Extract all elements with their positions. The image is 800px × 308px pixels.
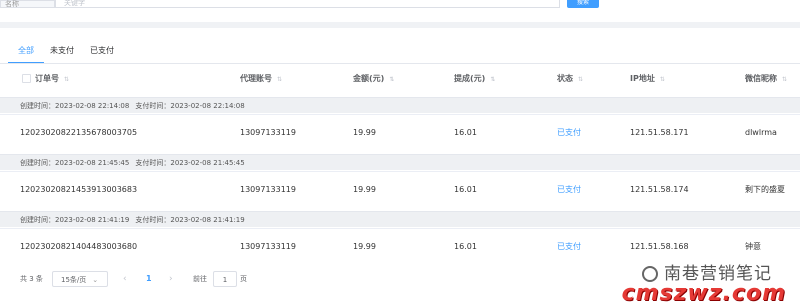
- status-cell: 已支付: [557, 242, 581, 251]
- search-bar: 名称 关键字 搜索: [0, 0, 800, 22]
- sort-icon[interactable]: ⇅: [389, 68, 394, 92]
- tab-paid[interactable]: 已支付: [90, 44, 114, 64]
- column-commission[interactable]: 提成(元) ⇅: [454, 67, 495, 91]
- status-tabs: 全部 未支付 已支付: [8, 44, 130, 64]
- column-amount[interactable]: 金额(元) ⇅: [353, 67, 394, 91]
- sort-icon[interactable]: ⇅: [782, 68, 787, 92]
- commission-cell: 16.01: [454, 185, 477, 194]
- sort-icon[interactable]: ⇅: [578, 68, 583, 92]
- tab-all[interactable]: 全部: [8, 44, 44, 64]
- search-input[interactable]: 关键字: [55, 0, 560, 8]
- order-group-header: 创建时间：2023-02-08 21:41:19 支付时间：2023-02-08 …: [0, 211, 800, 227]
- status-cell: 已支付: [557, 185, 581, 194]
- select-all-checkbox[interactable]: [22, 74, 31, 83]
- next-page-icon[interactable]: ›: [169, 271, 173, 287]
- sort-icon[interactable]: ⇅: [277, 68, 282, 92]
- page-suffix: 页: [240, 275, 247, 283]
- sort-icon[interactable]: ⇅: [490, 68, 495, 92]
- search-label: 名称: [0, 0, 55, 8]
- page-size-select[interactable]: 15条/页 ⌄: [52, 271, 108, 287]
- goto-page-input[interactable]: 1: [213, 271, 237, 287]
- goto-label: 前往: [193, 275, 207, 283]
- chevron-down-icon: ⌄: [92, 276, 99, 284]
- order-group-header: 创建时间：2023-02-08 21:45:45 支付时间：2023-02-08 …: [0, 154, 800, 170]
- table-row[interactable]: 12023020822135678003705 13097133119 19.9…: [0, 114, 800, 151]
- agent-cell: 13097133119: [240, 128, 296, 137]
- sort-icon[interactable]: ⇅: [64, 68, 69, 92]
- order-no-cell: 12023020821453913003683: [20, 185, 138, 194]
- table-row[interactable]: 12023020821453913003683 13097133119 19.9…: [0, 171, 800, 208]
- total-count: 共 3 条: [20, 275, 43, 283]
- wechat-logo-icon: [642, 266, 658, 282]
- commission-cell: 16.01: [454, 128, 477, 137]
- amount-cell: 19.99: [353, 185, 376, 194]
- column-order-no[interactable]: 订单号 ⇅: [22, 67, 69, 91]
- tabs-divider: [0, 63, 800, 64]
- order-no-cell: 12023020822135678003705: [20, 128, 138, 137]
- search-button[interactable]: 搜索: [567, 0, 599, 8]
- table-header: 订单号 ⇅ 代理账号 ⇅ 金额(元) ⇅ 提成(元) ⇅ 状态 ⇅ IP地址 ⇅ 微信昵称 ⇅: [0, 67, 800, 91]
- status-cell: 已支付: [557, 128, 581, 137]
- amount-cell: 19.99: [353, 128, 376, 137]
- tab-unpaid[interactable]: 未支付: [50, 44, 74, 64]
- order-group-header: 创建时间：2023-02-08 22:14:08 支付时间：2023-02-08 …: [0, 97, 800, 113]
- ip-cell: 121.51.58.171: [630, 128, 689, 137]
- column-wechat[interactable]: 微信昵称 ⇅: [745, 67, 787, 91]
- ip-cell: 121.51.58.174: [630, 185, 689, 194]
- current-page[interactable]: 1: [146, 271, 152, 287]
- column-agent[interactable]: 代理账号 ⇅: [240, 67, 282, 91]
- amount-cell: 19.99: [353, 242, 376, 251]
- prev-page-icon[interactable]: ‹: [123, 271, 127, 287]
- agent-cell: 13097133119: [240, 242, 296, 251]
- wechat-cell: 剩下的盛夏: [745, 185, 785, 194]
- column-ip[interactable]: IP地址 ⇅: [630, 67, 665, 91]
- wechat-cell: dlwlrma: [745, 128, 777, 137]
- watermark: 南巷营销笔记 cmszwz.com: [621, 264, 786, 306]
- agent-cell: 13097133119: [240, 185, 296, 194]
- sort-icon[interactable]: ⇅: [660, 68, 665, 92]
- column-status[interactable]: 状态 ⇅: [557, 67, 583, 91]
- commission-cell: 16.01: [454, 242, 477, 251]
- order-no-cell: 12023020821404483003680: [20, 242, 138, 251]
